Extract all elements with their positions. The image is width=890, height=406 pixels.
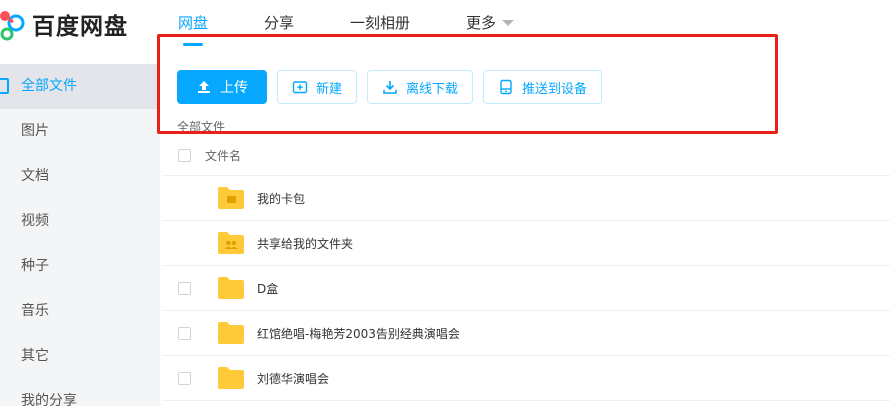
upload-icon	[196, 79, 212, 95]
new-folder-button-label: 新建	[316, 81, 343, 97]
sidebar-item-images[interactable]: 图片	[0, 109, 160, 154]
sidebar-item-all-files[interactable]: 全部文件	[0, 64, 160, 109]
file-name[interactable]: 红馆绝唱-梅艳芳2003告别经典演唱会	[257, 325, 460, 342]
file-list: 文件名 我的卡包 共享给我的文件夹 D盒 红馆绝唱-梅艳芳2003告别经典演唱会…	[162, 136, 890, 401]
device-icon	[498, 79, 514, 95]
new-folder-button[interactable]: 新建	[277, 70, 358, 104]
file-row[interactable]: 共享给我的文件夹	[162, 221, 890, 266]
nav-tab-more[interactable]: 更多	[466, 0, 515, 46]
push-to-device-button[interactable]: 推送到设备	[483, 70, 603, 104]
sidebar-item-label: 种子	[21, 258, 49, 274]
sidebar-item-label: 文档	[21, 168, 49, 184]
row-checkbox[interactable]	[178, 326, 191, 340]
sidebar-item-label: 音乐	[21, 303, 49, 319]
file-list-header: 文件名	[162, 136, 890, 176]
download-icon	[382, 79, 398, 95]
offline-download-button[interactable]: 离线下载	[367, 70, 474, 104]
row-checkbox[interactable]	[178, 281, 191, 295]
file-row[interactable]: D盒	[162, 266, 890, 311]
sidebar-item-label: 我的分享	[21, 393, 77, 406]
nav-tab-more-label: 更多	[466, 14, 497, 32]
chevron-down-icon	[502, 20, 515, 26]
push-to-device-button-label: 推送到设备	[522, 81, 588, 97]
offline-download-button-label: 离线下载	[406, 81, 459, 97]
file-name[interactable]: 我的卡包	[257, 190, 305, 207]
breadcrumb[interactable]: 全部文件	[177, 118, 225, 135]
sidebar-item-label: 全部文件	[21, 78, 77, 94]
upload-button[interactable]: 上传	[177, 70, 267, 104]
upload-button-label: 上传	[220, 80, 248, 96]
column-header-filename[interactable]: 文件名	[205, 147, 241, 164]
baidu-netdisk-logo-icon	[0, 11, 25, 41]
file-row[interactable]: 红馆绝唱-梅艳芳2003告别经典演唱会	[162, 311, 890, 356]
sidebar-item-other[interactable]: 其它	[0, 334, 160, 379]
app-window: 百度网盘 网盘 分享 一刻相册 更多 全部文件 图片 文档 视频 种子 音乐 其…	[0, 0, 890, 406]
main-nav: 网盘 分享 一刻相册 更多	[178, 0, 570, 55]
folder-icon	[218, 367, 244, 389]
nav-tab-album[interactable]: 一刻相册	[350, 0, 410, 46]
nav-tab-netdisk[interactable]: 网盘	[178, 0, 208, 46]
sidebar-item-label: 其它	[21, 348, 49, 364]
logo[interactable]: 百度网盘	[0, 6, 128, 42]
file-name[interactable]: D盒	[257, 280, 278, 297]
nav-tab-share[interactable]: 分享	[264, 0, 294, 46]
logo-text: 百度网盘	[32, 14, 128, 40]
row-checkbox[interactable]	[178, 371, 191, 385]
new-folder-icon	[292, 79, 308, 95]
sidebar-item-documents[interactable]: 文档	[0, 154, 160, 199]
folder-icon	[218, 322, 244, 344]
top-bar: 百度网盘 网盘 分享 一刻相册 更多	[0, 0, 890, 55]
folder-icon	[218, 277, 244, 299]
shared-folder-icon	[218, 232, 244, 254]
sidebar-item-label: 图片	[21, 123, 49, 139]
sidebar-item-music[interactable]: 音乐	[0, 289, 160, 334]
file-name[interactable]: 共享给我的文件夹	[257, 235, 353, 252]
file-row[interactable]: 刘德华演唱会	[162, 356, 890, 401]
sidebar: 全部文件 图片 文档 视频 种子 音乐 其它 我的分享	[0, 64, 160, 406]
file-row[interactable]: 我的卡包	[162, 176, 890, 221]
toolbar: 上传 新建 离线下载 推送到设备	[177, 70, 612, 104]
file-name[interactable]: 刘德华演唱会	[257, 370, 329, 387]
sidebar-item-my-shares[interactable]: 我的分享	[0, 379, 160, 406]
select-all-checkbox[interactable]	[178, 149, 191, 162]
files-icon	[0, 78, 9, 94]
card-folder-icon	[218, 187, 244, 209]
sidebar-item-torrents[interactable]: 种子	[0, 244, 160, 289]
sidebar-item-label: 视频	[21, 213, 49, 229]
sidebar-item-videos[interactable]: 视频	[0, 199, 160, 244]
